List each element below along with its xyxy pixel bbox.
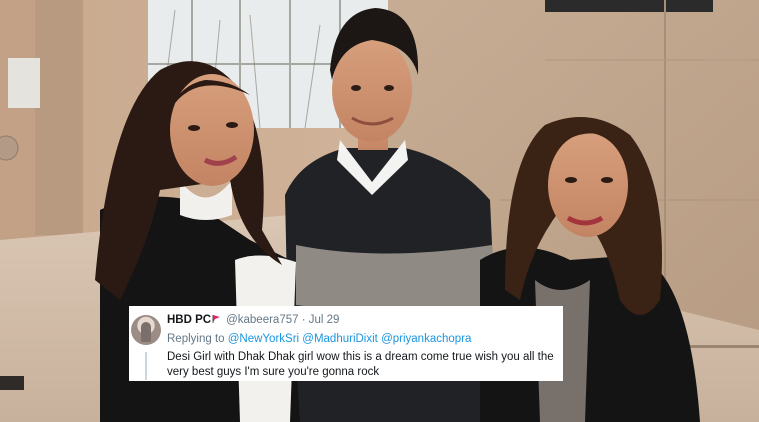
tweet-card: HBD PC @kabeera757 · Jul 29 Replying to @…: [129, 306, 563, 381]
meta-separator: ·: [301, 314, 306, 326]
replying-to-label: Replying to: [167, 333, 225, 345]
tweet-text: Desi Girl with Dhak Dhak girl wow this i…: [167, 351, 554, 378]
thread-line: [145, 352, 147, 380]
tweet-header: HBD PC @kabeera757 · Jul 29: [167, 314, 339, 326]
avatar-figure: [141, 322, 151, 342]
mention-priyankachopra[interactable]: @priyankachopra: [381, 333, 471, 345]
display-name[interactable]: HBD PC: [167, 314, 211, 326]
replying-to: Replying to @NewYorkSri @MadhuriDixit @p…: [167, 333, 471, 345]
flag-icon: [212, 314, 222, 324]
mention-newyorksri[interactable]: @NewYorkSri: [228, 333, 299, 345]
handle[interactable]: @kabeera757: [226, 314, 298, 326]
tweet-date[interactable]: Jul 29: [309, 314, 340, 326]
avatar[interactable]: [131, 315, 161, 345]
mention-madhuridixit[interactable]: @MadhuriDixit: [302, 333, 378, 345]
